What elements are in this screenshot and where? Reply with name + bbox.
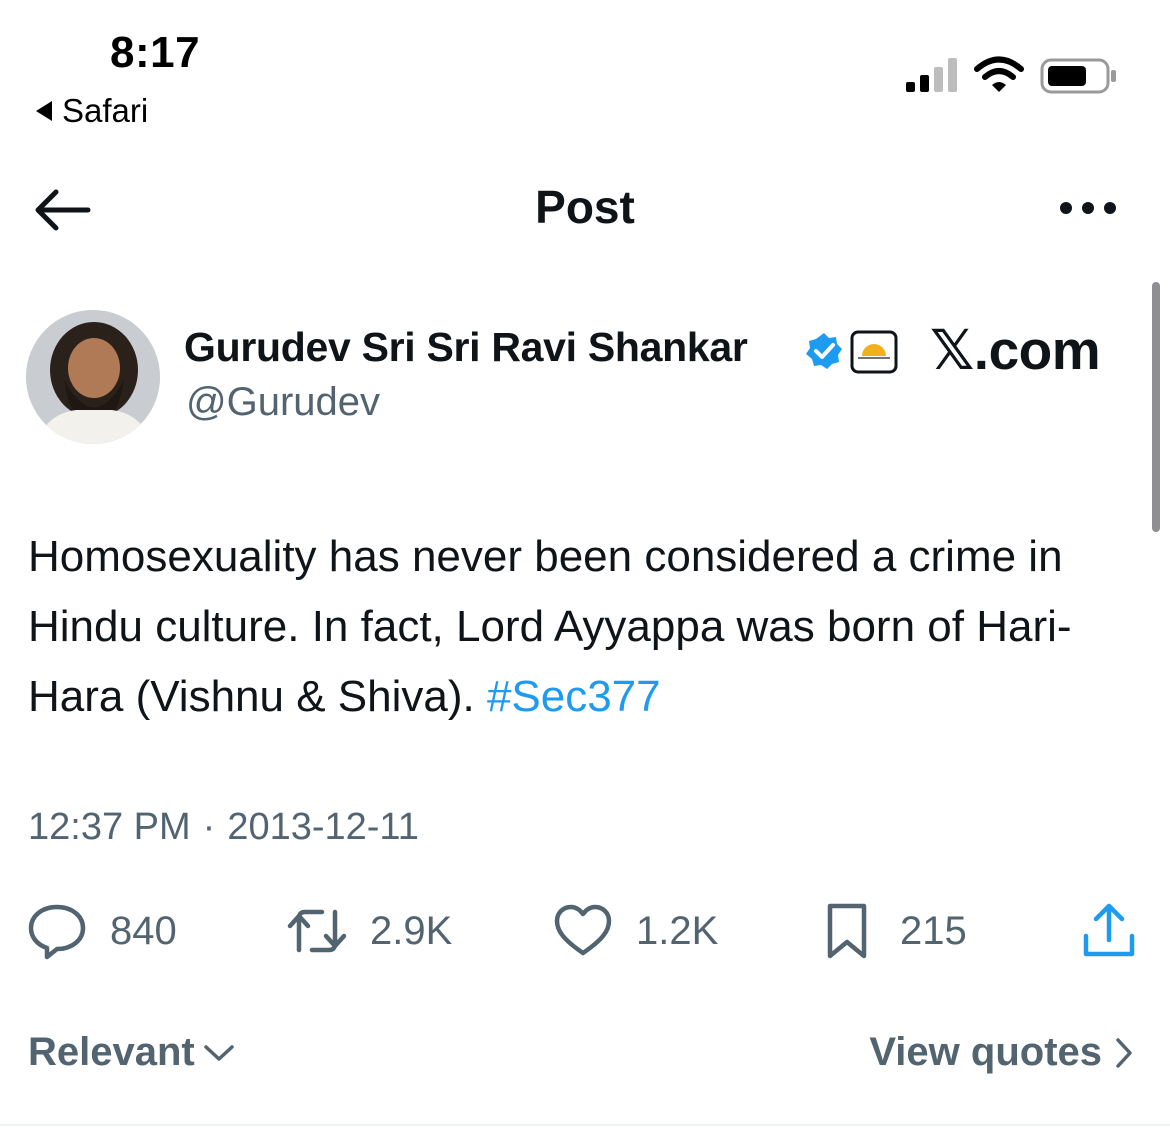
timestamp-separator: · <box>202 806 216 848</box>
page-title: Post <box>535 181 635 233</box>
sort-relevant-dropdown[interactable]: Relevant <box>28 1030 235 1075</box>
retweet-button[interactable]: 2.9K <box>286 900 452 962</box>
heart-icon <box>554 904 612 956</box>
wifi-icon <box>974 56 1024 92</box>
like-count: 1.2K <box>636 908 719 953</box>
cellular-signal-icon <box>906 58 957 92</box>
back-app-label: Safari <box>62 92 149 129</box>
avatar[interactable] <box>26 310 160 444</box>
author-display-name[interactable]: Gurudev Sri Sri Ravi Shankar <box>184 324 748 371</box>
tweet-time: 12:37 PM <box>28 806 191 848</box>
reply-count: 840 <box>110 908 177 953</box>
tweet-date: 2013-12-11 <box>227 806 419 848</box>
reply-button[interactable]: 840 <box>26 900 177 962</box>
status-time: 8:17 <box>110 28 201 77</box>
avatar-image <box>26 310 160 444</box>
chevron-right-icon <box>1116 1037 1132 1068</box>
chevron-down-icon <box>204 1044 234 1061</box>
share-icon[interactable] <box>1078 900 1140 962</box>
tweet-text: Homosexuality has never been considered … <box>28 522 1148 732</box>
author-handle[interactable]: @Gurudev <box>186 380 380 425</box>
divider <box>0 1124 1170 1126</box>
view-quotes-link[interactable]: View quotes <box>869 1030 1134 1075</box>
bookmark-icon <box>827 903 867 959</box>
scrollbar[interactable] <box>1152 282 1160 532</box>
retweet-icon <box>287 909 347 953</box>
verified-badge-icon <box>806 333 842 369</box>
sort-label: Relevant <box>28 1030 195 1074</box>
back-to-safari[interactable]: Safari <box>36 92 148 130</box>
more-horizontal-icon[interactable] <box>1058 196 1118 220</box>
x-com-watermark: 𝕏.com <box>930 319 1101 381</box>
like-button[interactable]: 1.2K <box>552 900 718 962</box>
bookmark-count: 215 <box>900 908 967 953</box>
retweet-count: 2.9K <box>370 908 453 953</box>
tweet-timestamp: 12:37 PM · 2013-12-11 <box>28 806 419 849</box>
battery-icon <box>1040 58 1116 94</box>
bookmark-button[interactable]: 215 <box>816 900 967 962</box>
affiliate-badge-icon <box>850 330 898 374</box>
view-quotes-label: View quotes <box>869 1030 1102 1074</box>
back-triangle-icon <box>36 101 52 121</box>
reply-icon <box>28 904 86 960</box>
hashtag-link[interactable]: #Sec377 <box>487 672 661 721</box>
